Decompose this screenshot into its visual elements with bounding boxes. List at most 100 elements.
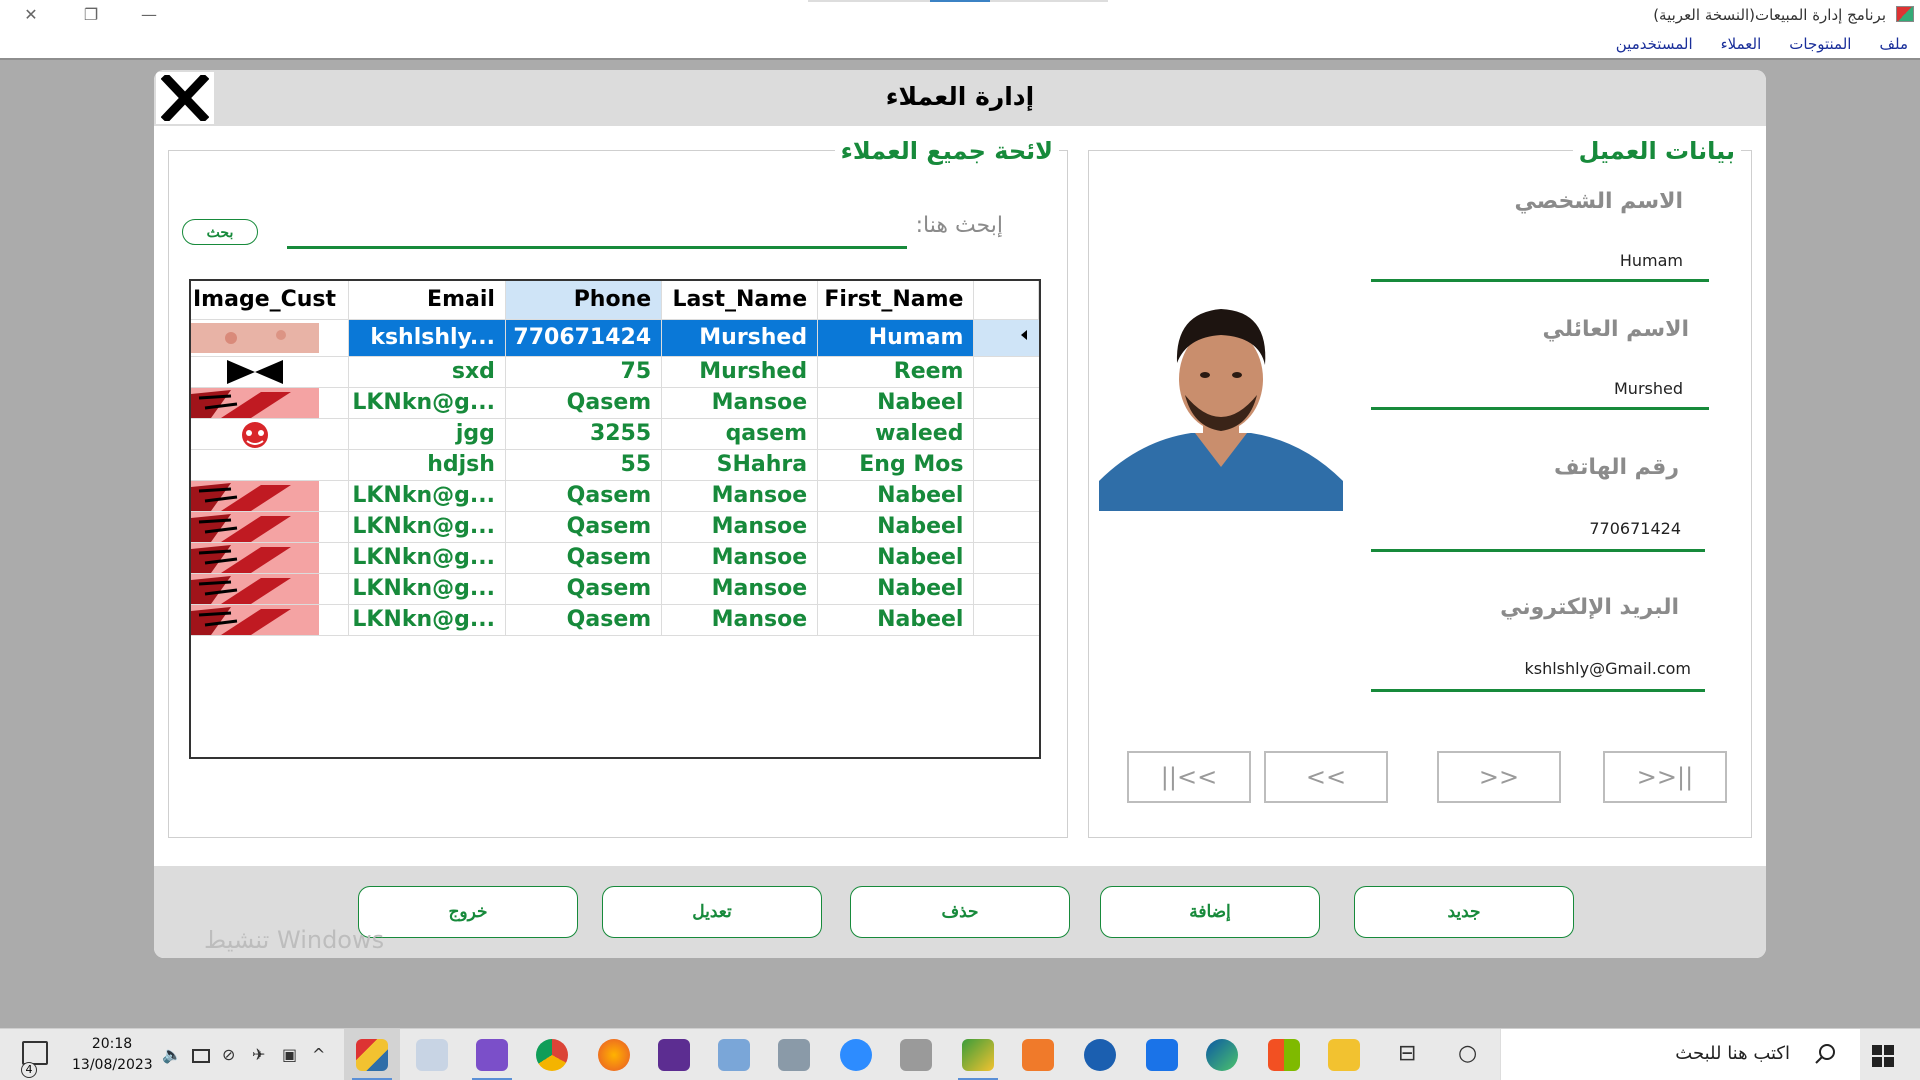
phone-value[interactable]: 770671424: [1589, 519, 1681, 538]
store-icon[interactable]: [1268, 1039, 1300, 1071]
row-header[interactable]: [973, 573, 1039, 605]
first-name-cell[interactable]: Nabeel: [817, 542, 975, 574]
phone-cell[interactable]: Qasem: [505, 573, 663, 605]
email-cell[interactable]: hdjsh: [348, 449, 506, 481]
table-row[interactable]: hdjsh 55 SHahra Eng Mos: [191, 449, 1039, 481]
first-name-value[interactable]: Humam: [1620, 251, 1683, 270]
column-header-first-name[interactable]: First_Name: [817, 281, 975, 320]
row-header[interactable]: [973, 418, 1039, 450]
first-name-cell[interactable]: Nabeel: [817, 480, 975, 512]
search-input[interactable]: [287, 207, 907, 249]
column-header-last-name[interactable]: Last_Name: [661, 281, 819, 320]
customer-image-cell[interactable]: [191, 387, 350, 419]
row-header[interactable]: [973, 387, 1039, 419]
battery-icon[interactable]: [192, 1049, 210, 1063]
table-row[interactable]: LKNkn@g... Qasem Mansoe Nabeel: [191, 387, 1039, 419]
last-name-cell[interactable]: Mansoe: [661, 604, 819, 636]
row-header[interactable]: [973, 480, 1039, 512]
minimize-window-button[interactable]: —: [126, 2, 172, 28]
phone-cell[interactable]: Qasem: [505, 604, 663, 636]
customer-image-cell[interactable]: [191, 480, 350, 512]
calculator-icon[interactable]: [778, 1039, 810, 1071]
column-header-image[interactable]: Image_Cust: [191, 281, 350, 320]
email-cell[interactable]: kshlshly...: [348, 319, 506, 357]
add-button[interactable]: إضافة: [1100, 886, 1320, 938]
menu-customers[interactable]: العملاء: [1721, 35, 1762, 53]
email-cell[interactable]: LKNkn@g...: [348, 387, 506, 419]
table-row[interactable]: LKNkn@g... Qasem Mansoe Nabeel: [191, 573, 1039, 605]
taskbar-clock[interactable]: 20:18 13/08/2023: [72, 1034, 153, 1076]
last-name-cell[interactable]: Murshed: [661, 356, 819, 388]
phone-cell[interactable]: 55: [505, 449, 663, 481]
first-name-cell[interactable]: Reem: [817, 356, 975, 388]
last-name-cell[interactable]: Mansoe: [661, 573, 819, 605]
last-name-cell[interactable]: SHahra: [661, 449, 819, 481]
volume-icon[interactable]: 🔈: [162, 1045, 182, 1064]
column-header-email[interactable]: Email: [348, 281, 506, 320]
row-header[interactable]: [973, 511, 1039, 543]
row-header[interactable]: [973, 356, 1039, 388]
customer-image-cell[interactable]: [191, 573, 350, 605]
windows-start-icon[interactable]: [1872, 1045, 1894, 1067]
email-cell[interactable]: LKNkn@g...: [348, 511, 506, 543]
file-explorer-icon[interactable]: [1328, 1039, 1360, 1071]
phone-cell[interactable]: Qasem: [505, 542, 663, 574]
search-button[interactable]: بحث: [182, 219, 258, 245]
phone-cell[interactable]: 3255: [505, 418, 663, 450]
row-header[interactable]: [973, 449, 1039, 481]
python-app-icon[interactable]: [962, 1039, 994, 1071]
cube-app-icon[interactable]: [718, 1039, 750, 1071]
airplane-icon[interactable]: ✈: [252, 1045, 265, 1064]
customer-image-cell[interactable]: [191, 356, 350, 388]
email-cell[interactable]: sxd: [348, 356, 506, 388]
task-view-icon[interactable]: ⊟: [1398, 1041, 1416, 1066]
table-row[interactable]: LKNkn@g... Qasem Mansoe Nabeel: [191, 542, 1039, 574]
first-name-cell[interactable]: Nabeel: [817, 573, 975, 605]
email-cell[interactable]: jgg: [348, 418, 506, 450]
row-header[interactable]: [973, 604, 1039, 636]
first-name-cell[interactable]: Nabeel: [817, 511, 975, 543]
table-row[interactable]: LKNkn@g... Qasem Mansoe Nabeel: [191, 480, 1039, 512]
first-name-cell[interactable]: Nabeel: [817, 387, 975, 419]
customer-image-cell[interactable]: [191, 449, 350, 481]
first-name-cell[interactable]: Eng Mos: [817, 449, 975, 481]
firefox-icon[interactable]: [598, 1039, 630, 1071]
visual-studio-2-icon[interactable]: [658, 1039, 690, 1071]
nav-first-button[interactable]: >>||: [1603, 751, 1727, 803]
first-name-cell[interactable]: Nabeel: [817, 604, 975, 636]
last-name-cell[interactable]: Murshed: [661, 319, 819, 357]
row-header[interactable]: [973, 319, 1039, 357]
phone-cell[interactable]: Qasem: [505, 387, 663, 419]
table-row[interactable]: LKNkn@g... Qasem Mansoe Nabeel: [191, 511, 1039, 543]
first-name-cell[interactable]: Humam: [817, 319, 975, 357]
customer-image-cell[interactable]: [191, 542, 350, 574]
last-name-cell[interactable]: Mansoe: [661, 387, 819, 419]
exit-button[interactable]: خروج: [358, 886, 578, 938]
device-icon[interactable]: ▣: [282, 1045, 297, 1064]
table-row[interactable]: jgg 3255 qasem waleed: [191, 418, 1039, 450]
menu-file[interactable]: ملف: [1879, 35, 1908, 53]
moon-app-icon[interactable]: [1084, 1039, 1116, 1071]
nav-last-button[interactable]: ||<<: [1127, 751, 1251, 803]
photos-app-icon[interactable]: [416, 1039, 448, 1071]
restore-window-button[interactable]: ❐: [68, 2, 114, 28]
nav-prev-button[interactable]: <<: [1264, 751, 1388, 803]
customer-image-cell[interactable]: [191, 319, 350, 357]
table-row[interactable]: sxd 75 Murshed Reem: [191, 356, 1039, 388]
visual-studio-icon[interactable]: [476, 1039, 508, 1071]
zoom-icon[interactable]: [840, 1039, 872, 1071]
row-header[interactable]: [973, 542, 1039, 574]
edge-icon[interactable]: [1206, 1039, 1238, 1071]
mail-icon[interactable]: [1146, 1039, 1178, 1071]
table-row[interactable]: LKNkn@g... Qasem Mansoe Nabeel: [191, 604, 1039, 636]
phone-cell[interactable]: Qasem: [505, 480, 663, 512]
customer-image-cell[interactable]: [191, 511, 350, 543]
delete-button[interactable]: حذف: [850, 886, 1070, 938]
email-cell[interactable]: LKNkn@g...: [348, 573, 506, 605]
menu-products[interactable]: المنتوجات: [1789, 35, 1851, 53]
xampp-icon[interactable]: [1022, 1039, 1054, 1071]
close-window-button[interactable]: ✕: [8, 2, 54, 28]
menu-users[interactable]: المستخدمين: [1616, 35, 1693, 53]
first-name-cell[interactable]: waleed: [817, 418, 975, 450]
customers-grid[interactable]: Image_Cust Email Phone Last_Name First_N…: [189, 279, 1041, 759]
